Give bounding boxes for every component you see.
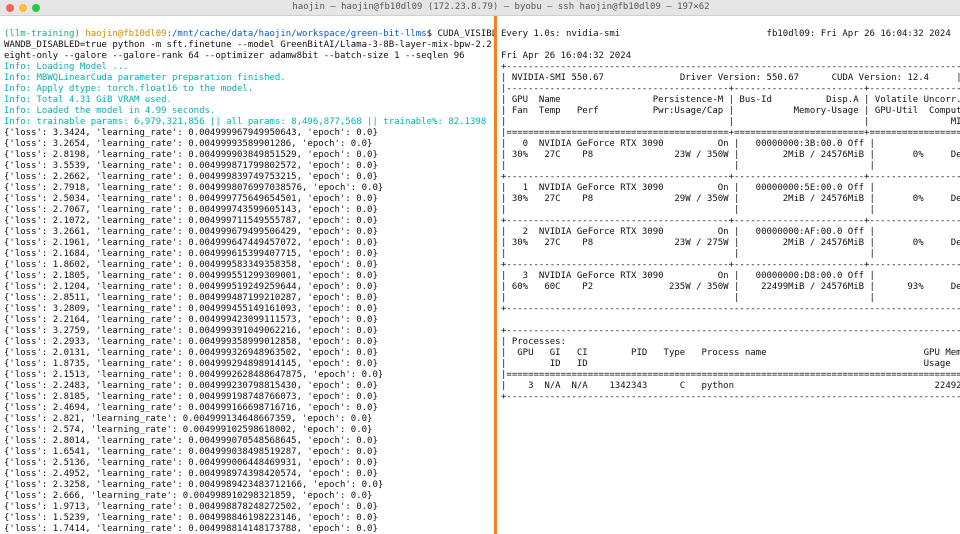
smi-proc-header: | Processes: | <box>501 337 960 347</box>
maximize-icon[interactable] <box>32 4 40 12</box>
prompt-host: haojin@fb10dl09 <box>85 29 166 39</box>
smi-version: NVIDIA-SMI 550.67 <box>512 73 604 83</box>
pane-right[interactable]: Every 1.0s: nvidia-smi fb10dl09: Fri Apr… <box>494 16 960 534</box>
info-line: Info: trainable params: 6,979,321,856 ||… <box>4 117 486 127</box>
smi-divider: +---------------------------------------… <box>501 62 960 72</box>
watch-header-left: Every 1.0s: nvidia-smi <box>501 29 620 39</box>
smi-driver: Driver Version: 550.67 <box>680 73 799 83</box>
prompt-suffix: $ CUDA_VISIBLE_DEVICES=3 <box>427 29 494 39</box>
command-line: WANDB_DISABLED=true python -m sft.finetu… <box>4 40 494 61</box>
info-line: Info: Apply dtype: torch.float16 to the … <box>4 84 253 94</box>
close-icon[interactable] <box>6 4 14 12</box>
smi-cuda: CUDA Version: 12.4 <box>832 73 930 83</box>
training-log: {'loss': 3.3424, 'learning_rate': 0.0049… <box>4 128 490 534</box>
prompt-path: :/mnt/cache/data/haojin/workspace/green-… <box>167 29 427 39</box>
prompt-env: (llm-training) <box>4 29 80 39</box>
smi-gpu-table: | 0 NVIDIA GeForce RTX 3090 On | 0000000… <box>501 139 956 304</box>
info-line: Info: Loaded the model in 4.99 seconds. <box>4 106 215 116</box>
tmux-panes: (llm-training) haojin@fb10dl09:/mnt/cach… <box>0 16 960 534</box>
traffic-lights <box>6 4 40 12</box>
window-title: haojin — haojin@fb10dl09 (172.23.8.79) —… <box>48 2 954 13</box>
smi-header: | GPU Name Persistence-M | Bus-Id Disp.A… <box>501 95 960 105</box>
smi-header: | | | MIG M. | <box>501 117 960 127</box>
watch-header-right: fb10dl09: Fri Apr 26 16:04:32 2024 <box>767 29 951 39</box>
minimize-icon[interactable] <box>19 4 27 12</box>
info-line: Info: Loading Model ... <box>4 62 129 72</box>
info-line: Info: Total 4.31 GiB VRAM used. <box>4 95 172 105</box>
smi-proc-header: | GPU GI CI PID Type Process name GPU Me… <box>501 348 960 358</box>
smi-proc-row: | 3 N/A N/A 1342343 C python 22492MiB | <box>501 381 960 391</box>
window-titlebar: haojin — haojin@fb10dl09 (172.23.8.79) —… <box>0 0 960 16</box>
smi-header: | Fan Temp Perf Pwr:Usage/Cap | Memory-U… <box>501 106 960 116</box>
info-line: Info: MBWQLinearCuda parameter preparati… <box>4 73 286 83</box>
watch-date: Fri Apr 26 16:04:32 2024 <box>501 51 631 61</box>
pane-left[interactable]: (llm-training) haojin@fb10dl09:/mnt/cach… <box>0 16 494 534</box>
smi-proc-header: | ID ID Usage | <box>501 359 960 369</box>
